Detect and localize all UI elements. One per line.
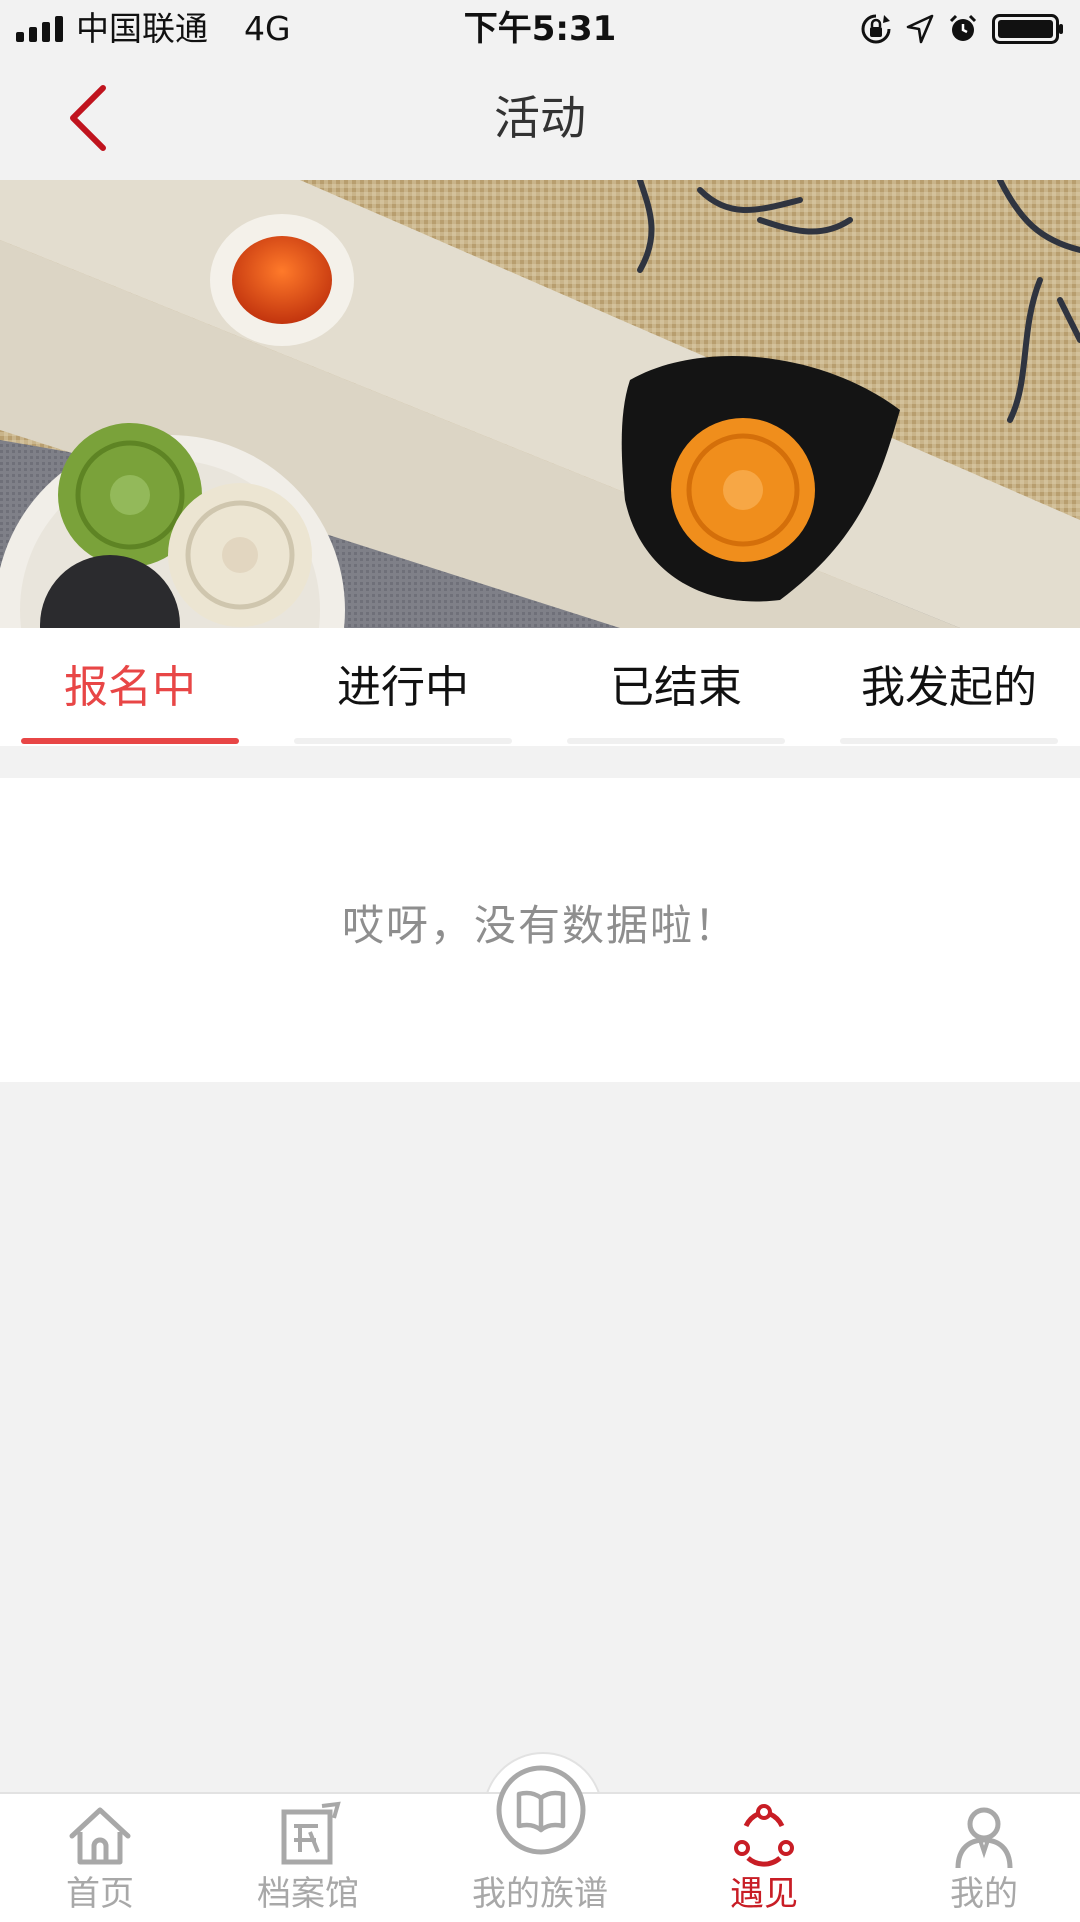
tab-label: 我发起的 <box>861 662 1037 713</box>
meet-icon <box>734 1804 794 1867</box>
tabbar-home[interactable]: 首页 <box>10 1794 190 1922</box>
location-arrow-icon <box>906 14 934 44</box>
user-icon <box>955 1807 1013 1869</box>
tab-indicator <box>567 738 785 744</box>
status-bar: 中国联通 4G 下午5:31 <box>0 0 1080 58</box>
tabbar-archive[interactable]: 档案馆 <box>218 1794 398 1922</box>
empty-state-message: 哎呀，没有数据啦！ <box>341 901 738 950</box>
activity-tabs: 报名中 进行中 已结束 我发起的 <box>0 628 1080 746</box>
tab-label: 报名中 <box>64 662 196 713</box>
tab-ended[interactable]: 已结束 <box>567 628 785 746</box>
book-icon[interactable] <box>495 1764 587 1856</box>
tabbar-label: 遇见 <box>730 1874 798 1914</box>
archive-icon <box>281 1801 341 1865</box>
tab-indicator <box>840 738 1058 744</box>
tab-label: 进行中 <box>337 662 469 713</box>
tabbar-meet[interactable]: 遇见 <box>674 1794 854 1922</box>
activity-list: 哎呀，没有数据啦！ <box>0 778 1080 1082</box>
tabbar-label: 首页 <box>66 1874 134 1914</box>
activity-banner <box>0 180 1080 628</box>
tab-indicator <box>294 738 512 744</box>
tab-in-progress[interactable]: 进行中 <box>294 628 512 746</box>
mooncake-banner-image <box>0 180 1080 628</box>
tab-active-indicator <box>21 738 239 744</box>
tab-initiated-by-me[interactable]: 我发起的 <box>840 628 1058 746</box>
battery-icon <box>992 14 1063 44</box>
tab-label: 已结束 <box>610 662 742 713</box>
tabbar-me[interactable]: 我的 <box>894 1794 1074 1922</box>
alarm-clock-icon <box>949 14 977 41</box>
page-title: 活动 <box>494 91 586 145</box>
home-icon <box>69 1807 131 1865</box>
rotation-lock-icon <box>861 14 891 44</box>
section-divider <box>0 746 1080 778</box>
tabbar-label: 档案馆 <box>257 1874 359 1914</box>
tabbar-label: 我的 <box>950 1874 1018 1914</box>
tabbar-label: 我的族谱 <box>472 1874 608 1914</box>
tab-signing-up[interactable]: 报名中 <box>21 628 239 746</box>
navigation-bar: 活动 <box>0 58 1080 180</box>
status-icons <box>860 12 1064 46</box>
